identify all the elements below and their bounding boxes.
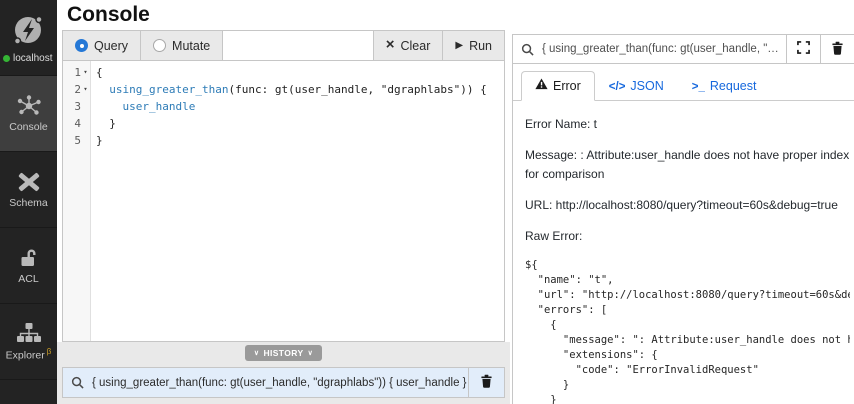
error-message-line: Message: : Attribute:user_handle does no… (525, 146, 850, 184)
tab-error[interactable]: Error (521, 71, 595, 101)
sidebar-item-label: ACL (18, 273, 38, 285)
run-button[interactable]: ▶ Run (442, 31, 504, 60)
sidebar-nav: Console Schema ACL Explorerβ (0, 76, 57, 380)
error-url-line: URL: http://localhost:8080/query?timeout… (525, 196, 850, 215)
graph-icon (16, 94, 42, 118)
line-number: 4 (74, 115, 81, 132)
run-icon: ▶ (455, 41, 463, 51)
tab-request[interactable]: >_ Request (678, 72, 771, 101)
error-name-line: Error Name: t (525, 115, 850, 134)
beta-badge: β (47, 347, 52, 356)
result-query-bar[interactable]: { using_greater_than(func: gt(user_handl… (513, 35, 854, 64)
terminal-icon: >_ (692, 79, 705, 93)
history-item[interactable]: { using_greater_than(func: gt(user_handl… (62, 367, 505, 398)
code-line: } (96, 132, 504, 149)
query-radio[interactable]: Query (63, 31, 141, 60)
content: Query Mutate × Clear ▶ R (57, 30, 854, 404)
sidebar-item-console[interactable]: Console (0, 76, 57, 152)
tools-icon (16, 170, 42, 194)
line-number: 3 (74, 98, 81, 115)
code-line: { (96, 64, 504, 81)
tab-label: Error (553, 79, 581, 93)
connection-label: localhost (13, 53, 52, 64)
connection-status-dot (3, 55, 10, 62)
query-radio-icon (75, 39, 88, 52)
warning-icon (535, 78, 548, 93)
query-toolbar: Query Mutate × Clear ▶ R (62, 30, 505, 61)
line-number: 1 (74, 64, 81, 81)
search-icon (521, 43, 534, 56)
line-number: 2 (74, 81, 81, 98)
editor-code[interactable]: { using_greater_than(func: gt(user_handl… (91, 61, 504, 341)
code-line: using_greater_than(func: gt(user_handle,… (96, 81, 504, 98)
app: localhost Console Schema ACL Explorerβ Cons… (0, 0, 854, 404)
tab-label: JSON (630, 79, 663, 93)
history-delete-button[interactable] (468, 368, 504, 397)
trash-icon (480, 374, 493, 391)
query-radio-label: Query (94, 39, 128, 53)
error-details: Error Name: t Message: : Attribute:user_… (513, 101, 854, 404)
history-toggle[interactable]: ∨ HISTORY ∨ (245, 345, 322, 361)
tab-json[interactable]: </> JSON (595, 72, 678, 101)
query-editor[interactable]: 1▾2▾345 { using_greater_than(func: gt(us… (62, 61, 505, 342)
main-area: Console Query Mutate (57, 0, 854, 404)
result-tabs: Error </> JSON >_ Request (513, 64, 854, 101)
sidebar-item-label: Schema (9, 197, 48, 209)
sidebar-item-explorer[interactable]: Explorerβ (0, 304, 57, 380)
fullscreen-button[interactable] (786, 35, 820, 63)
sidebar-item-label: Console (9, 121, 48, 133)
chevron-down-icon: ∨ (308, 350, 314, 357)
clear-button[interactable]: × Clear (373, 31, 443, 60)
sidebar-item-acl[interactable]: ACL (0, 228, 57, 304)
result-query-text: { using_greater_than(func: gt(user_handl… (542, 43, 780, 55)
page-title: Console (67, 2, 854, 27)
tab-label: Request (710, 79, 757, 93)
sidebar-item-label: Explorerβ (6, 347, 52, 362)
sidebar-connection[interactable]: localhost (0, 0, 57, 76)
query-panel: Query Mutate × Clear ▶ R (57, 30, 510, 404)
sitemap-icon (16, 322, 42, 344)
result-panel: { using_greater_than(func: gt(user_handl… (512, 34, 854, 404)
dgraph-logo-icon (11, 12, 47, 48)
chevron-down-icon: ∨ (254, 350, 260, 357)
line-number: 5 (74, 132, 81, 149)
history-item-query: { using_greater_than(func: gt(user_handl… (92, 377, 468, 389)
fullscreen-icon (797, 41, 810, 57)
mutate-radio[interactable]: Mutate (141, 31, 223, 60)
raw-error-label: Raw Error: (525, 227, 850, 246)
lock-icon (17, 246, 41, 270)
clear-icon: × (386, 37, 395, 52)
code-line: user_handle (96, 98, 504, 115)
search-icon (71, 376, 84, 389)
fold-icon[interactable]: ▾ (81, 81, 90, 98)
toolbar-spacer (223, 31, 372, 60)
code-icon: </> (609, 79, 626, 93)
mutate-radio-label: Mutate (172, 39, 210, 53)
trash-icon (831, 41, 844, 58)
mutate-radio-icon (153, 39, 166, 52)
sidebar-item-schema[interactable]: Schema (0, 152, 57, 228)
editor-gutter: 1▾2▾345 (63, 61, 91, 341)
result-delete-button[interactable] (820, 35, 854, 63)
raw-error-code: ${ "name": "t", "url": "http://localhost… (525, 258, 850, 404)
code-line: } (96, 115, 504, 132)
history-section: ∨ HISTORY ∨ { using_greater_than(func: g… (57, 342, 510, 404)
fold-icon[interactable]: ▾ (81, 64, 90, 81)
sidebar: localhost Console Schema ACL Explorerβ (0, 0, 57, 404)
